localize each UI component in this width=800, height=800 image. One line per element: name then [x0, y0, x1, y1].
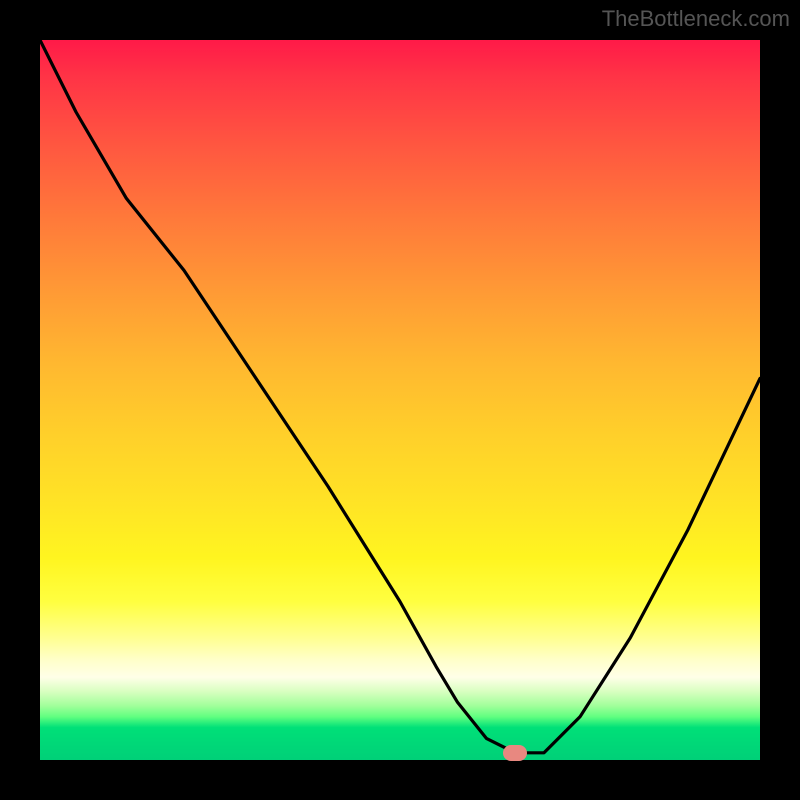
optimal-point-marker [503, 745, 527, 761]
chart-curve [40, 40, 760, 760]
bottleneck-curve-path [40, 40, 760, 753]
watermark-text: TheBottleneck.com [602, 6, 790, 32]
